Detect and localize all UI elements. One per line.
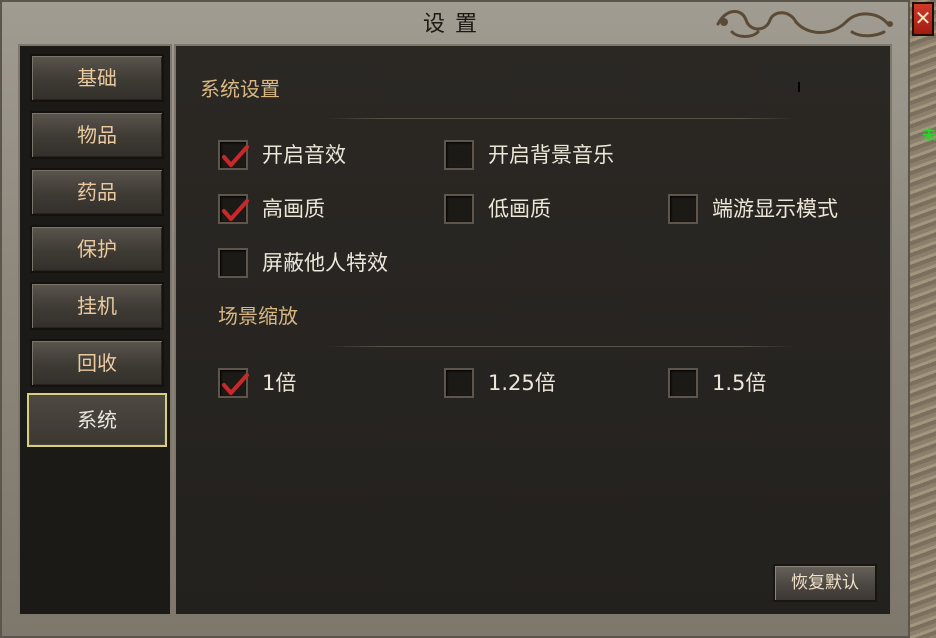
high-quality-label: 高画质 bbox=[262, 197, 325, 221]
low-quality-checkbox[interactable] bbox=[444, 194, 474, 224]
pc-display-mode-label: 端游显示模式 bbox=[712, 197, 838, 221]
zoom-1-25x-checkbox[interactable] bbox=[444, 368, 474, 398]
high-quality-checkbox[interactable] bbox=[218, 194, 249, 224]
section-divider bbox=[326, 346, 796, 347]
low-quality-label: 低画质 bbox=[488, 197, 551, 221]
side-green-text: 未 bbox=[922, 128, 936, 144]
scene-zoom-title: 场景缩放 bbox=[218, 304, 298, 328]
option-low-quality[interactable]: 低画质 bbox=[444, 194, 644, 226]
dragon-ornament-icon bbox=[716, 10, 893, 38]
sidebar-item-basic[interactable]: 基础 bbox=[30, 54, 164, 102]
option-zoom-1-5x[interactable]: 1.5倍 bbox=[668, 368, 828, 400]
settings-window: 设置 基础 物品 药品 保护 挂机 回收 系统 系统设置 开启音效 开启背景音乐… bbox=[0, 0, 910, 638]
background-music-label: 开启背景音乐 bbox=[488, 143, 614, 167]
separator-mark bbox=[798, 82, 800, 92]
sidebar-item-potions[interactable]: 药品 bbox=[30, 168, 164, 216]
background-music-checkbox[interactable] bbox=[444, 140, 474, 170]
sound-effects-label: 开启音效 bbox=[262, 143, 346, 167]
option-background-music[interactable]: 开启背景音乐 bbox=[444, 140, 664, 172]
hide-others-effects-checkbox[interactable] bbox=[218, 248, 248, 278]
background-edge bbox=[910, 0, 936, 638]
check-icon bbox=[222, 145, 249, 167]
check-icon bbox=[222, 199, 249, 221]
sidebar-item-items[interactable]: 物品 bbox=[30, 111, 164, 159]
option-high-quality[interactable]: 高画质 bbox=[218, 194, 418, 226]
hide-others-effects-label: 屏蔽他人特效 bbox=[262, 251, 388, 275]
pc-display-mode-checkbox[interactable] bbox=[668, 194, 698, 224]
system-settings-title: 系统设置 bbox=[200, 77, 280, 101]
zoom-1-25x-label: 1.25倍 bbox=[488, 371, 556, 395]
zoom-1x-checkbox[interactable] bbox=[218, 368, 249, 398]
zoom-1x-label: 1倍 bbox=[262, 371, 297, 395]
section-divider bbox=[326, 118, 796, 119]
sidebar-item-protect[interactable]: 保护 bbox=[30, 225, 164, 273]
sidebar-nav: 基础 物品 药品 保护 挂机 回收 系统 bbox=[18, 44, 172, 616]
option-hide-others-effects[interactable]: 屏蔽他人特效 bbox=[218, 248, 438, 280]
reset-defaults-button[interactable]: 恢复默认 bbox=[773, 564, 877, 602]
option-pc-display-mode[interactable]: 端游显示模式 bbox=[668, 194, 868, 226]
zoom-1-5x-checkbox[interactable] bbox=[668, 368, 698, 398]
system-settings-panel: 系统设置 开启音效 开启背景音乐 高画质 低画质 端游显示模式 屏蔽他人特效 场… bbox=[174, 44, 892, 616]
option-zoom-1x[interactable]: 1倍 bbox=[218, 368, 378, 400]
check-icon bbox=[222, 373, 249, 395]
close-icon[interactable]: ✕ bbox=[912, 2, 934, 36]
option-sound-effects[interactable]: 开启音效 bbox=[218, 140, 418, 172]
sound-effects-checkbox[interactable] bbox=[218, 140, 249, 170]
sidebar-item-recycle[interactable]: 回收 bbox=[30, 339, 164, 387]
sidebar-item-autoplay[interactable]: 挂机 bbox=[30, 282, 164, 330]
zoom-1-5x-label: 1.5倍 bbox=[712, 371, 767, 395]
sidebar-item-system[interactable]: 系统 bbox=[27, 393, 167, 447]
option-zoom-1-25x[interactable]: 1.25倍 bbox=[444, 368, 604, 400]
